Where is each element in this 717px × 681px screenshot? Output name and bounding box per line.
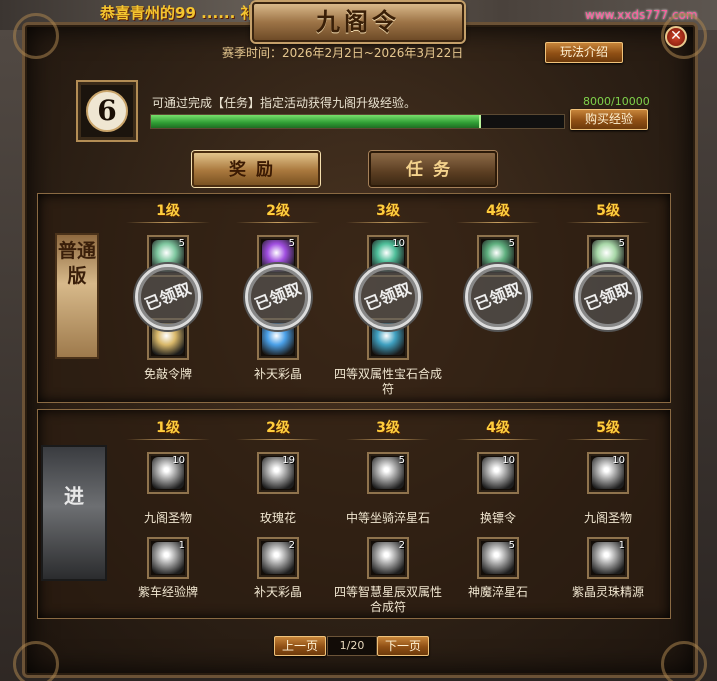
reward-name: 紫车经验牌 bbox=[137, 585, 198, 599]
claimed-stamp: 已领取 bbox=[245, 264, 311, 330]
item-count: 10 bbox=[502, 455, 515, 466]
item-count: 2 bbox=[288, 540, 295, 551]
item-count: 5 bbox=[288, 238, 295, 249]
normal-banner: 普通版 bbox=[55, 233, 99, 359]
window-title: 九阁令 bbox=[252, 2, 464, 42]
reward-slot[interactable]: 10 bbox=[587, 452, 629, 494]
item-count: 5 bbox=[618, 238, 625, 249]
corner-ornament bbox=[661, 641, 707, 681]
prev-page-button[interactable]: 上一页 bbox=[274, 636, 326, 656]
reward-name: 九阁圣物 bbox=[583, 511, 632, 525]
level-header: 4级 bbox=[456, 200, 540, 223]
xp-value: 8000/10000 bbox=[583, 95, 650, 108]
reward-slot[interactable]: 5 bbox=[477, 537, 519, 579]
item-count: 1 bbox=[178, 540, 185, 551]
reward-slot[interactable]: 2 bbox=[257, 537, 299, 579]
reward-name: 换镖令 bbox=[479, 511, 516, 525]
reward-name: 免敲令牌 bbox=[143, 367, 192, 381]
claimed-stamp: 已领取 bbox=[465, 264, 531, 330]
xp-progress-bar bbox=[150, 114, 565, 129]
corner-ornament bbox=[13, 13, 59, 59]
xp-progress-fill bbox=[151, 115, 482, 128]
reward-slot[interactable]: 19 bbox=[257, 452, 299, 494]
reward-slot[interactable]: 10 bbox=[477, 452, 519, 494]
next-page-button[interactable]: 下一页 bbox=[377, 636, 429, 656]
level-header: 5级 bbox=[566, 200, 650, 223]
claimed-stamp: 已领取 bbox=[575, 264, 641, 330]
page-indicator: 1/20 bbox=[327, 636, 377, 656]
reward-slot[interactable]: 5 bbox=[367, 452, 409, 494]
tab-tasks[interactable]: 任务 bbox=[369, 151, 497, 187]
reward-slot[interactable]: 1 bbox=[587, 537, 629, 579]
reward-name: 补天彩晶 bbox=[253, 585, 302, 599]
rules-button[interactable]: 玩法介绍 bbox=[545, 42, 623, 63]
xp-hint: 可通过完成【任务】指定活动获得九阁升级经验。 bbox=[152, 96, 417, 110]
level-header: 5级 bbox=[566, 417, 650, 440]
level-header: 2级 bbox=[236, 200, 320, 223]
item-count: 5 bbox=[508, 540, 515, 551]
level-header: 3级 bbox=[346, 200, 430, 223]
item-count: 2 bbox=[398, 540, 405, 551]
claimed-stamp: 已领取 bbox=[135, 264, 201, 330]
reward-name: 补天彩晶 bbox=[253, 367, 302, 381]
advanced-banner: 进 bbox=[41, 445, 107, 581]
item-count: 5 bbox=[178, 238, 185, 249]
tab-rewards[interactable]: 奖励 bbox=[192, 151, 320, 187]
reward-name: 紫晶灵珠精源 bbox=[571, 585, 644, 599]
reward-name: 四等双属性宝石合成符 bbox=[333, 367, 442, 396]
item-count: 1 bbox=[618, 540, 625, 551]
level-header: 2级 bbox=[236, 417, 320, 440]
reward-name: 玫瑰花 bbox=[259, 511, 296, 525]
item-count: 5 bbox=[398, 455, 405, 466]
item-count: 5 bbox=[508, 238, 515, 249]
close-icon[interactable]: ✕ bbox=[665, 26, 687, 48]
current-level-badge: 6 bbox=[76, 80, 138, 142]
reward-slot[interactable]: 1 bbox=[147, 537, 189, 579]
corner-ornament bbox=[13, 641, 59, 681]
item-count: 10 bbox=[612, 455, 625, 466]
claimed-stamp: 已领取 bbox=[355, 264, 421, 330]
level-header: 1级 bbox=[126, 417, 210, 440]
reward-name: 中等坐骑淬星石 bbox=[345, 511, 430, 525]
buy-xp-button[interactable]: 购买经验 bbox=[570, 109, 648, 130]
item-count: 10 bbox=[172, 455, 185, 466]
game-screen: 恭喜青州的99 ...... 补神魔淬星石! www.xxds777.com 九… bbox=[0, 0, 717, 681]
reward-name: 四等智慧星辰双属性合成符 bbox=[333, 585, 442, 614]
reward-name: 九阁圣物 bbox=[143, 511, 192, 525]
item-count: 10 bbox=[392, 238, 405, 249]
reward-slot[interactable]: 10 bbox=[147, 452, 189, 494]
item-count: 19 bbox=[282, 455, 295, 466]
level-header: 3级 bbox=[346, 417, 430, 440]
level-header: 4级 bbox=[456, 417, 540, 440]
reward-name: 神魔淬星石 bbox=[467, 585, 528, 599]
season-time: 赛季时间：2026年2月2日~2026年3月22日 bbox=[222, 46, 464, 60]
level-header: 1级 bbox=[126, 200, 210, 223]
reward-slot[interactable]: 2 bbox=[367, 537, 409, 579]
